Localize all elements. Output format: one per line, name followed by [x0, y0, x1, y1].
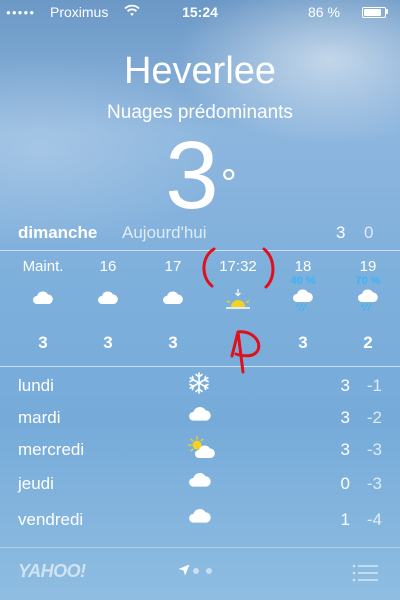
annotation-left-paren [202, 247, 216, 288]
annotation-arrow [230, 330, 261, 374]
red-annotation-marks [202, 247, 275, 374]
annotation-right-paren [262, 247, 275, 289]
